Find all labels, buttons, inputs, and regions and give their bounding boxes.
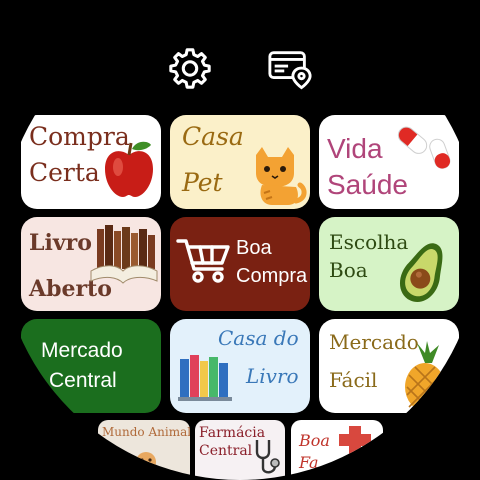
- card-location-icon: [268, 51, 312, 90]
- pills-icon: [397, 126, 451, 169]
- store-tile-vida-saude[interactable]: Vida Saúde: [319, 115, 459, 209]
- store-tile-casa-do-livro[interactable]: Casa do Livro: [170, 319, 310, 413]
- tile-label-line2: Compra: [236, 265, 308, 287]
- settings-button[interactable]: [166, 44, 214, 92]
- cart-icon: [176, 239, 230, 283]
- tile-label-line1: Boa: [236, 237, 272, 259]
- avocado-icon: [399, 243, 443, 302]
- tile-label-line2: Pet: [182, 168, 223, 197]
- store-tile-mercado-facil[interactable]: Mercado Fácil: [319, 319, 459, 413]
- cross-icon: [339, 426, 371, 454]
- apple-icon: [105, 141, 153, 197]
- store-tile-boa-compra[interactable]: Boa Compra: [170, 217, 310, 311]
- tile-label-line2: Boa: [329, 258, 368, 282]
- pet-icon: [136, 452, 156, 472]
- tile-label-line1: Mundo Animal: [102, 425, 190, 439]
- tile-label-line2: Central: [49, 369, 117, 392]
- tile-label-line2: Certa: [29, 158, 100, 187]
- store-tile-escolha-boa[interactable]: Escolha Boa: [319, 217, 459, 311]
- store-tile-casa-pet[interactable]: Casa Pet: [170, 115, 310, 209]
- tile-label-line1: Livro: [29, 230, 92, 256]
- app-screen: Compra Certa Casa Pet Vida Saúde Livro A…: [0, 0, 480, 480]
- tile-label-line2: Fa: [299, 453, 319, 472]
- tile-label-line2: Fácil: [329, 368, 378, 392]
- store-tile-mundo-animal[interactable]: Mundo Animal: [98, 420, 190, 480]
- books-row-icon: [178, 355, 232, 401]
- store-tile-boa-farmacia[interactable]: Boa Fa: [291, 420, 383, 480]
- tile-label-line1: Boa: [299, 431, 330, 450]
- tile-label-line2: Livro: [246, 364, 299, 388]
- books-icon: [90, 225, 158, 284]
- gear-icon: [169, 48, 211, 89]
- store-tile-livro-aberto[interactable]: Livro Aberto: [21, 217, 161, 311]
- pineapple-icon: [405, 341, 445, 411]
- tile-label-line1: Casa do: [218, 326, 299, 350]
- tile-label-line2: Central: [199, 443, 253, 459]
- store-tile-mercado-central[interactable]: Mercado Central: [21, 319, 161, 413]
- store-tile-compra-certa[interactable]: Compra Certa: [21, 115, 161, 209]
- tile-label-line1: Casa: [182, 122, 244, 151]
- store-tile-farmacia-central[interactable]: Farmácia Central: [195, 420, 285, 480]
- tile-label-line1: Vida: [327, 133, 383, 164]
- tile-label-line1: Mercado: [41, 339, 123, 362]
- stethoscope-icon: [255, 440, 280, 474]
- tile-label-line2: Saúde: [327, 169, 408, 200]
- card-location-button[interactable]: [266, 44, 314, 92]
- cat-icon: [256, 147, 307, 205]
